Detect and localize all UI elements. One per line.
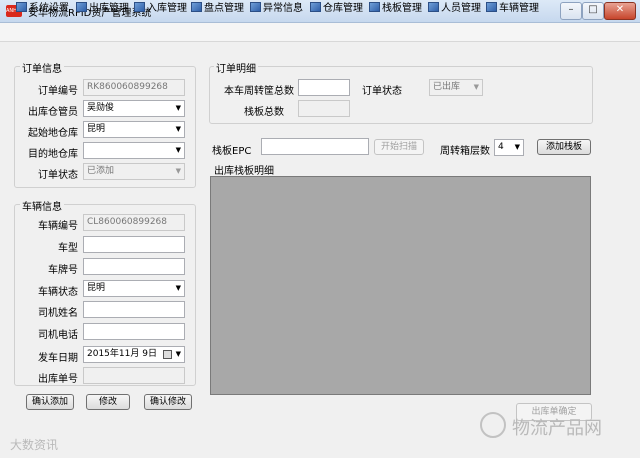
pallet-icon [369,2,380,12]
outbound-no-field[interactable] [83,367,185,384]
crate-total-field[interactable] [298,79,350,96]
settings-icon [16,2,27,12]
pallet-list-grid[interactable] [210,176,591,395]
phone-label: 司机电话 [38,330,78,341]
origin-combo[interactable]: 昆明 ▼ [83,121,185,138]
chevron-down-icon: ▼ [175,284,181,292]
exception-icon [250,2,261,12]
order-detail-status-combo[interactable]: 已出库 ▼ [429,79,483,96]
chevron-down-icon: ▼ [473,83,479,91]
vehicle-status-combo[interactable]: 昆明 ▼ [83,280,185,297]
menu-item-outbound[interactable]: 出库管理 [76,2,129,16]
pallet-total-label: 栈板总数 [244,107,284,118]
pallet-list-title: 出库栈板明细 [214,166,274,177]
outbound-icon [76,2,87,12]
crate-total-label: 本车周转筐总数 [224,86,294,97]
minimize-button[interactable]: – [560,2,582,20]
order-no-field[interactable]: RK860060899268 [83,79,185,96]
menu-item-warehouse[interactable]: 仓库管理 [310,2,363,16]
order-no-label: 订单编号 [38,86,78,97]
dest-combo[interactable]: ▼ [83,142,185,159]
personnel-icon [428,2,439,12]
inbound-icon [134,2,145,12]
menu-item-pallet[interactable]: 栈板管理 [369,2,422,16]
chevron-down-icon: ▼ [175,167,181,175]
pallet-total-field[interactable] [298,100,350,117]
add-pallet-button[interactable]: 添加栈板 [537,139,591,155]
inventory-icon [191,2,202,12]
vehicle-icon [486,2,497,12]
menu-item-personnel[interactable]: 人员管理 [428,2,481,16]
vehicle-info-title: 车辆信息 [20,198,64,213]
date-label: 发车日期 [38,353,78,364]
chevron-down-icon: ▼ [175,125,181,133]
menu-item-inbound[interactable]: 入库管理 [134,2,187,16]
plate-label: 车牌号 [48,265,78,276]
watermark-right: 物流产品网 [512,418,602,439]
calendar-icon[interactable] [163,350,172,359]
chevron-down-icon: ▼ [175,104,181,112]
dest-label: 目的地仓库 [28,149,78,160]
model-input[interactable] [83,236,185,253]
pallet-epc-input[interactable] [261,138,369,155]
order-status-label: 订单状态 [38,170,78,181]
order-detail-status-label: 订单状态 [362,86,402,97]
layers-combo[interactable]: 4 ▼ [494,139,524,156]
keeper-combo[interactable]: 吴勋俊 ▼ [83,100,185,117]
close-button[interactable]: ✕ [604,2,636,20]
order-status-combo[interactable]: 已添加 ▼ [83,163,185,180]
menu-bar [0,23,640,42]
vehicle-no-label: 车辆编号 [38,221,78,232]
menu-item-system-settings[interactable]: 系统设置 [16,2,69,16]
menu-item-exceptions[interactable]: 异常信息 [250,2,303,16]
menu-item-vehicle[interactable]: 车辆管理 [486,2,539,16]
chevron-down-icon: ▼ [175,146,181,154]
menu-item-inventory[interactable]: 盘点管理 [191,2,244,16]
outbound-no-label: 出库单号 [38,374,78,385]
watermark-left: 大数资讯 [10,438,59,452]
date-picker[interactable]: 2015年11月 9日 ▼ [83,346,185,363]
confirm-add-button[interactable]: 确认添加 [26,394,74,410]
vehicle-status-label: 车辆状态 [38,287,78,298]
origin-label: 起始地仓库 [28,128,78,139]
phone-input[interactable] [83,323,185,340]
maximize-button[interactable]: □ [582,2,604,20]
pallet-epc-label: 栈板EPC [212,146,252,157]
keeper-label: 出库仓管员 [28,107,78,118]
layers-label: 周转箱层数 [440,146,490,157]
modify-button[interactable]: 修改 [86,394,130,410]
vehicle-no-field[interactable]: CL860060899268 [83,214,185,231]
wechat-icon [480,412,506,438]
chevron-down-icon: ▼ [175,350,181,358]
confirm-modify-button[interactable]: 确认修改 [144,394,192,410]
driver-input[interactable] [83,301,185,318]
start-scan-button[interactable]: 开始扫描 [374,139,424,155]
driver-label: 司机姓名 [38,308,78,319]
warehouse-icon [310,2,321,12]
order-detail-title: 订单明细 [214,60,258,75]
model-label: 车型 [58,243,78,254]
plate-input[interactable] [83,258,185,275]
order-info-title: 订单信息 [20,60,64,75]
chevron-down-icon: ▼ [514,143,520,151]
